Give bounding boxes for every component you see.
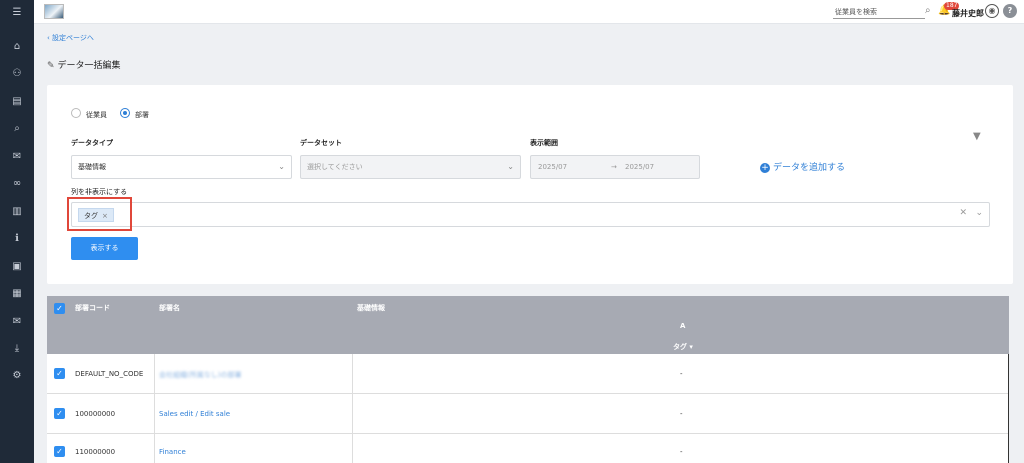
- help-icon[interactable]: ?: [1003, 4, 1017, 18]
- date-range-picker[interactable]: 2025/07 → 2025/07: [530, 155, 700, 179]
- employee-search-input[interactable]: 従業員を検索: [833, 5, 925, 19]
- highlight-box: [67, 197, 132, 231]
- row-tag-value: -: [680, 370, 683, 378]
- row-code: 100000000: [75, 410, 116, 418]
- dataset-label: データセット: [300, 139, 342, 147]
- download-icon[interactable]: ⤓: [0, 343, 34, 355]
- menu-icon[interactable]: ☰: [0, 7, 34, 19]
- table-header: ✓ 部署コード 部署名 基礎情報 A タグ ▾: [47, 296, 1009, 354]
- column-header-tag[interactable]: タグ ▾: [673, 342, 693, 352]
- row-tag-value: -: [680, 410, 683, 418]
- book-icon[interactable]: ▦: [0, 288, 34, 300]
- row-name-link[interactable]: Finance: [159, 448, 186, 456]
- dataset-select[interactable]: 選択してください ⌄: [300, 155, 521, 179]
- table-row: ✓ DEFAULT_NO_CODE 会社組織(所属なし)の部署 -: [47, 354, 1009, 394]
- data-table: ✓ 部署コード 部署名 基礎情報 A タグ ▾ ✓ DEFAULT_NO_COD…: [47, 296, 1009, 463]
- add-data-button[interactable]: + データを追加する: [760, 160, 845, 173]
- page-title-text: データ一括編集: [57, 61, 121, 71]
- home-icon[interactable]: ⌂: [0, 41, 34, 53]
- row-code: 110000000: [75, 448, 116, 456]
- row-checkbox[interactable]: ✓: [54, 408, 65, 419]
- row-checkbox[interactable]: ✓: [54, 368, 65, 379]
- link-icon[interactable]: ∞: [0, 178, 34, 190]
- search-icon[interactable]: ⌕: [925, 5, 931, 16]
- row-name-link[interactable]: Sales edit / Edit sale: [159, 410, 230, 418]
- row-checkbox[interactable]: ✓: [54, 446, 65, 457]
- column-header-basic-info: 基礎情報: [357, 304, 385, 312]
- chart-icon[interactable]: ▥: [0, 206, 34, 218]
- column-divider: [154, 354, 155, 463]
- search-icon[interactable]: ⌕: [0, 123, 34, 135]
- column-divider: [352, 354, 353, 463]
- column-header-name: 部署名: [159, 304, 180, 312]
- contact-icon[interactable]: ▣: [0, 261, 34, 273]
- data-type-select[interactable]: 基礎情報 ⌄: [71, 155, 292, 179]
- hide-columns-select[interactable]: タグ × ✕ ⌄: [71, 202, 990, 227]
- range-from[interactable]: 2025/07: [538, 156, 567, 178]
- table-right-border: [1008, 354, 1009, 463]
- arrow-right-icon: →: [611, 163, 617, 171]
- row-tag-value: -: [680, 448, 683, 456]
- radio-department[interactable]: [120, 108, 130, 118]
- range-to[interactable]: 2025/07: [625, 156, 654, 178]
- row-code: DEFAULT_NO_CODE: [75, 370, 144, 378]
- filter-card: [47, 85, 1013, 284]
- table-row: ✓ 110000000 Finance -: [47, 434, 1009, 463]
- mail-icon[interactable]: ✉: [0, 316, 34, 328]
- breadcrumb-label: 設定ページへ: [52, 34, 94, 42]
- chevron-down-icon[interactable]: ⌄: [975, 208, 983, 218]
- clear-icon[interactable]: ✕: [959, 208, 967, 218]
- data-type-value: 基礎情報: [78, 163, 106, 171]
- plus-circle-icon: +: [760, 163, 770, 173]
- org-chart-icon[interactable]: ⚇: [0, 68, 34, 80]
- chevron-down-icon: ⌄: [278, 162, 285, 171]
- sidebar: ☰ ⌂ ⚇ ▤ ⌕ ✉ ∞ ▥ ℹ ▣ ▦ ✉ ⤓ ⚙: [0, 0, 34, 463]
- chat-icon[interactable]: ✉: [0, 151, 34, 163]
- row-name-link[interactable]: 会社組織(所属なし)の部署: [159, 370, 241, 380]
- info-icon[interactable]: ℹ: [0, 233, 34, 245]
- radio-employee[interactable]: [71, 108, 81, 118]
- column-header-code: 部署コード: [75, 304, 110, 312]
- breadcrumb-back-link[interactable]: ‹ 設定ページへ: [47, 33, 94, 43]
- edit-pencil-icon: ✎: [47, 61, 55, 71]
- chevron-down-icon: ⌄: [507, 162, 514, 171]
- filter-icon[interactable]: ▼: [973, 131, 981, 142]
- document-icon[interactable]: ▤: [0, 96, 34, 108]
- company-logo[interactable]: [44, 4, 64, 19]
- table-row: ✓ 100000000 Sales edit / Edit sale -: [47, 394, 1009, 434]
- select-all-checkbox[interactable]: ✓: [54, 303, 65, 314]
- add-data-label: データを追加する: [773, 163, 846, 173]
- data-type-label: データタイプ: [71, 139, 113, 147]
- column-group-label: A: [680, 322, 686, 330]
- user-settings-icon[interactable]: ⚙: [0, 370, 34, 382]
- user-name[interactable]: 藤井史郎: [952, 8, 984, 19]
- range-label: 表示範囲: [530, 139, 558, 147]
- top-bar: 従業員を検索 ⌕ 🔔 187 藤井史郎 ◉ ?: [34, 0, 1024, 24]
- hide-columns-label: 列を非表示にする: [71, 188, 128, 196]
- page-title: ✎ データ一括編集: [47, 58, 121, 71]
- dataset-placeholder: 選択してください: [307, 163, 363, 171]
- radio-department-label[interactable]: 部署: [135, 110, 149, 120]
- show-button[interactable]: 表示する: [71, 237, 138, 260]
- user-avatar-icon[interactable]: ◉: [985, 4, 999, 18]
- radio-employee-label[interactable]: 従業員: [86, 110, 107, 120]
